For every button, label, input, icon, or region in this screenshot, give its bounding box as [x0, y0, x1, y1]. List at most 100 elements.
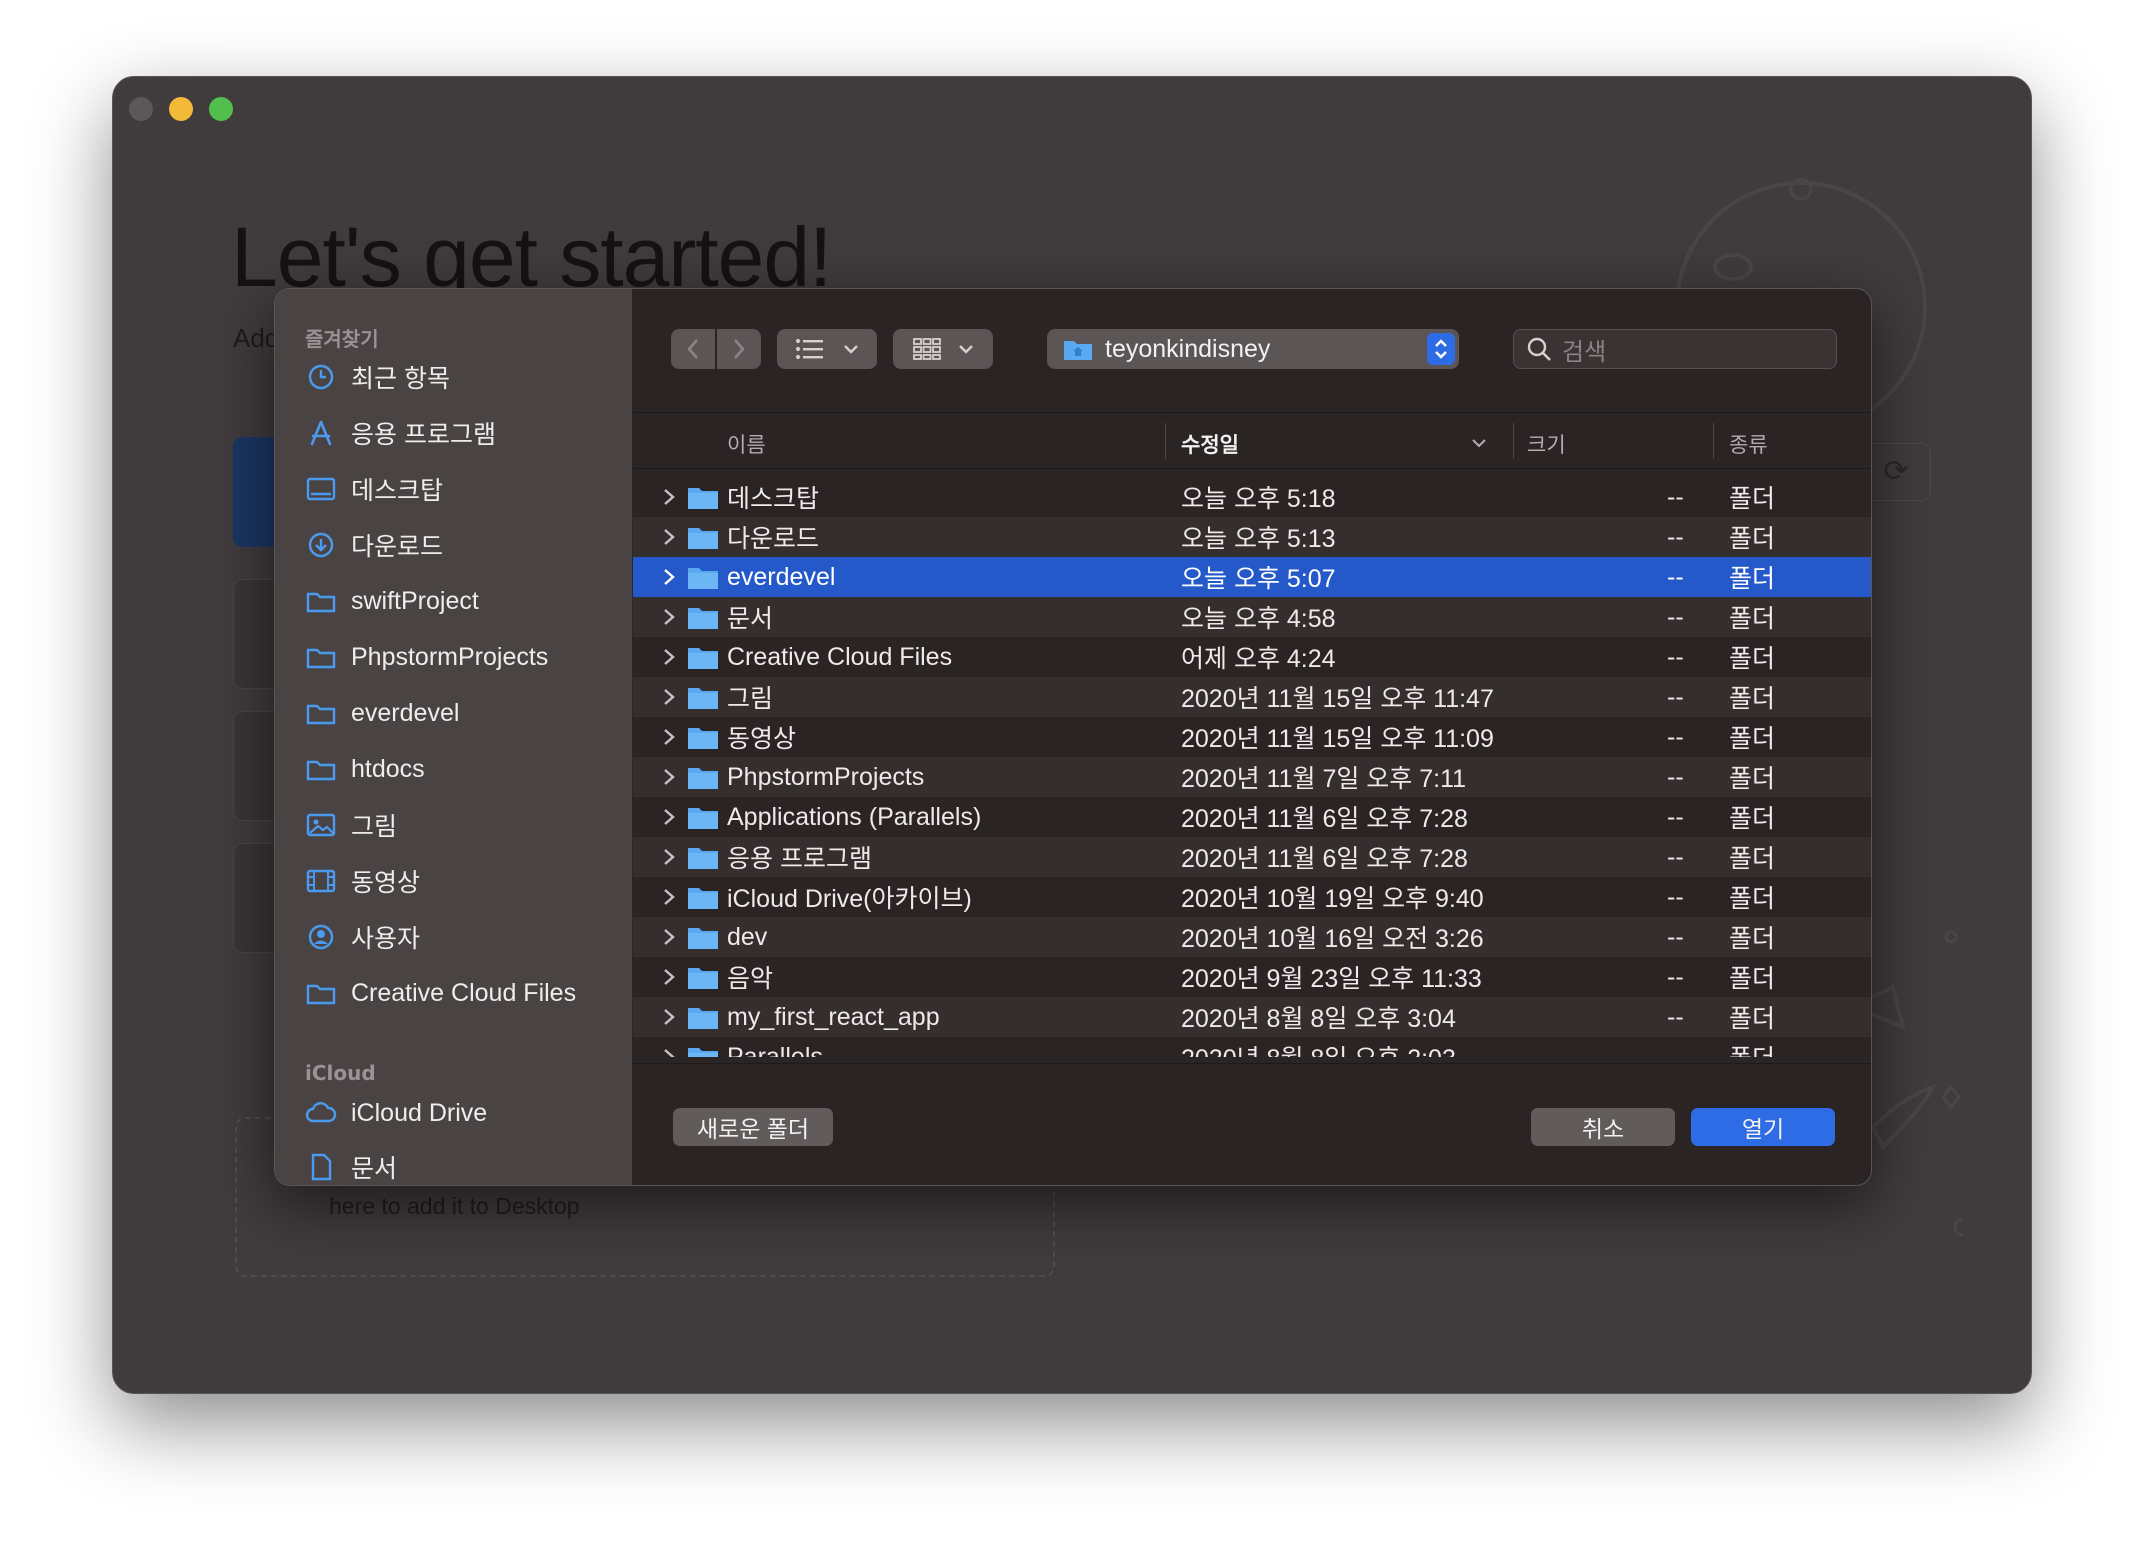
file-kind: 폴더 — [1729, 845, 1776, 873]
file-kind: 폴더 — [1729, 605, 1776, 633]
file-row[interactable]: 동영상 2020년 11월 15일 오후 11:09 -- 폴더 — [633, 717, 1871, 757]
disclosure-chevron-icon[interactable] — [661, 527, 677, 547]
sort-chevron-down-icon — [1472, 439, 1486, 448]
sidebar-item-everdevel[interactable]: everdevel — [305, 691, 459, 735]
file-kind: 폴더 — [1729, 485, 1776, 513]
folder-icon — [688, 528, 718, 549]
file-kind: 폴더 — [1729, 1039, 1775, 1057]
file-date: 2020년 11월 15일 오후 11:47 — [1181, 685, 1494, 713]
close-window-button[interactable] — [129, 97, 153, 121]
disclosure-chevron-icon[interactable] — [661, 567, 677, 587]
zoom-window-button[interactable] — [209, 97, 233, 121]
file-kind: 폴더 — [1729, 1005, 1776, 1033]
disclosure-chevron-icon[interactable] — [661, 807, 677, 827]
file-name: 문서 — [727, 605, 774, 633]
column-header-row: 이름 수정일 크기 종류 — [633, 413, 1871, 469]
folder-icon — [305, 977, 337, 1009]
file-row[interactable]: Applications (Parallels) 2020년 11월 6일 오후 … — [633, 797, 1871, 837]
file-kind: 폴더 — [1729, 525, 1776, 553]
file-size: -- — [1667, 1002, 1684, 1031]
sidebar-item-label: swiftProject — [351, 586, 479, 615]
folder-icon — [688, 488, 718, 509]
column-modified[interactable]: 수정일 — [1181, 429, 1239, 459]
sidebar-item-phpstormprojects[interactable]: PhpstormProjects — [305, 635, 548, 679]
file-row[interactable]: 음악 2020년 9월 23일 오후 11:33 -- 폴더 — [633, 957, 1871, 997]
file-kind: 폴더 — [1729, 645, 1776, 673]
disclosure-chevron-icon[interactable] — [661, 607, 677, 627]
disclosure-chevron-icon[interactable] — [661, 727, 677, 747]
sidebar-item-downloads[interactable]: 다운로드 — [305, 523, 443, 567]
disclosure-chevron-icon[interactable] — [661, 887, 677, 907]
cancel-button[interactable]: 취소 — [1531, 1108, 1675, 1146]
file-name: PhpstormProjects — [727, 762, 925, 791]
file-row[interactable]: everdevel 오늘 오후 5:07 -- 폴더 — [633, 557, 1871, 597]
file-name: 동영상 — [727, 725, 797, 753]
file-date: 2020년 10월 19일 오후 9:40 — [1181, 885, 1484, 913]
cloud-icon — [305, 1097, 337, 1129]
file-row[interactable]: dev 2020년 10월 16일 오전 3:26 -- 폴더 — [633, 917, 1871, 957]
file-row[interactable]: 데스크탑 오늘 오후 5:18 -- 폴더 — [633, 477, 1871, 517]
location-popup[interactable]: teyonkindisney — [1047, 329, 1459, 369]
back-button[interactable] — [671, 329, 715, 369]
disclosure-chevron-icon[interactable] — [661, 927, 677, 947]
disclosure-chevron-icon[interactable] — [661, 647, 677, 667]
file-size: -- — [1667, 962, 1684, 991]
sidebar-item-label: 최근 항목 — [351, 365, 450, 393]
list-view-button[interactable] — [777, 329, 877, 369]
sidebar-item-movies[interactable]: 동영상 — [305, 859, 420, 903]
file-browser: teyonkindisney 검색 이름 수정일 크기 종류 데스크탑 오늘 오후… — [633, 289, 1871, 1185]
column-size[interactable]: 크기 — [1527, 429, 1566, 459]
file-row[interactable]: my_first_react_app 2020년 8월 8일 오후 3:04 -- 폴… — [633, 997, 1871, 1037]
drop-zone-text: here to add it to Desktop — [329, 1193, 580, 1219]
disclosure-chevron-icon[interactable] — [661, 1047, 677, 1057]
file-date: 오늘 오후 4:58 — [1181, 605, 1336, 633]
file-row[interactable]: 다운로드 오늘 오후 5:13 -- 폴더 — [633, 517, 1871, 557]
chevron-right-icon — [734, 339, 745, 359]
forward-button[interactable] — [717, 329, 761, 369]
file-row[interactable]: Parallels 2020년 8월 8일 오후 2:03 -- 폴더 — [633, 1037, 1871, 1057]
disclosure-chevron-icon[interactable] — [661, 767, 677, 787]
open-file-dialog: 즐겨찾기 최근 항목 응용 프로그램 데스크탑 다운로드 swiftProjec… — [274, 288, 1872, 1186]
file-date: 2020년 10월 16일 오전 3:26 — [1181, 925, 1484, 953]
file-row[interactable]: PhpstormProjects 2020년 11월 7일 오후 7:11 -- 폴더 — [633, 757, 1871, 797]
sidebar-item-icloud-drive[interactable]: iCloud Drive — [305, 1091, 487, 1135]
sidebar-item-htdocs[interactable]: htdocs — [305, 747, 425, 791]
sidebar-item-label: 응용 프로그램 — [351, 421, 496, 449]
file-row[interactable]: 문서 오늘 오후 4:58 -- 폴더 — [633, 597, 1871, 637]
sidebar: 즐겨찾기 최근 항목 응용 프로그램 데스크탑 다운로드 swiftProjec… — [275, 289, 633, 1185]
minimize-window-button[interactable] — [169, 97, 193, 121]
sidebar-item-icloud-documents[interactable]: 문서 — [305, 1145, 397, 1185]
column-name[interactable]: 이름 — [727, 429, 766, 459]
grid-view-button[interactable] — [893, 329, 993, 369]
sidebar-item-creative-cloud[interactable]: Creative Cloud Files — [305, 971, 576, 1015]
folder-icon — [305, 585, 337, 617]
apps-icon — [305, 417, 337, 449]
disclosure-chevron-icon[interactable] — [661, 487, 677, 507]
disclosure-chevron-icon[interactable] — [661, 967, 677, 987]
sidebar-item-user[interactable]: 사용자 — [305, 915, 420, 959]
file-kind: 폴더 — [1729, 885, 1776, 913]
new-folder-button[interactable]: 새로운 폴더 — [673, 1108, 833, 1146]
folder-icon — [688, 608, 718, 629]
open-button[interactable]: 열기 — [1691, 1108, 1835, 1146]
disclosure-chevron-icon[interactable] — [661, 687, 677, 707]
file-row[interactable]: 그림 2020년 11월 15일 오후 11:47 -- 폴더 — [633, 677, 1871, 717]
file-size: -- — [1667, 722, 1684, 751]
file-row[interactable]: 응용 프로그램 2020년 11월 6일 오후 7:28 -- 폴더 — [633, 837, 1871, 877]
file-row[interactable]: iCloud Drive(아카이브) 2020년 10월 19일 오후 9:40 -… — [633, 877, 1871, 917]
file-row[interactable]: Creative Cloud Files 어제 오후 4:24 -- 폴더 — [633, 637, 1871, 677]
sidebar-item-pictures[interactable]: 그림 — [305, 803, 397, 847]
clock-icon — [305, 361, 337, 393]
sidebar-item-recents[interactable]: 최근 항목 — [305, 355, 450, 399]
sidebar-item-desktop[interactable]: 데스크탑 — [305, 467, 443, 511]
file-size: -- — [1667, 922, 1684, 951]
column-kind[interactable]: 종류 — [1729, 429, 1768, 459]
disclosure-chevron-icon[interactable] — [661, 847, 677, 867]
file-kind: 폴더 — [1729, 765, 1776, 793]
file-date: 2020년 11월 6일 오후 7:28 — [1181, 805, 1468, 833]
sidebar-item-swiftproject[interactable]: swiftProject — [305, 579, 479, 623]
search-field[interactable]: 검색 — [1513, 329, 1837, 369]
sidebar-item-applications[interactable]: 응용 프로그램 — [305, 411, 496, 455]
disclosure-chevron-icon[interactable] — [661, 1007, 677, 1027]
folder-icon — [688, 728, 718, 749]
